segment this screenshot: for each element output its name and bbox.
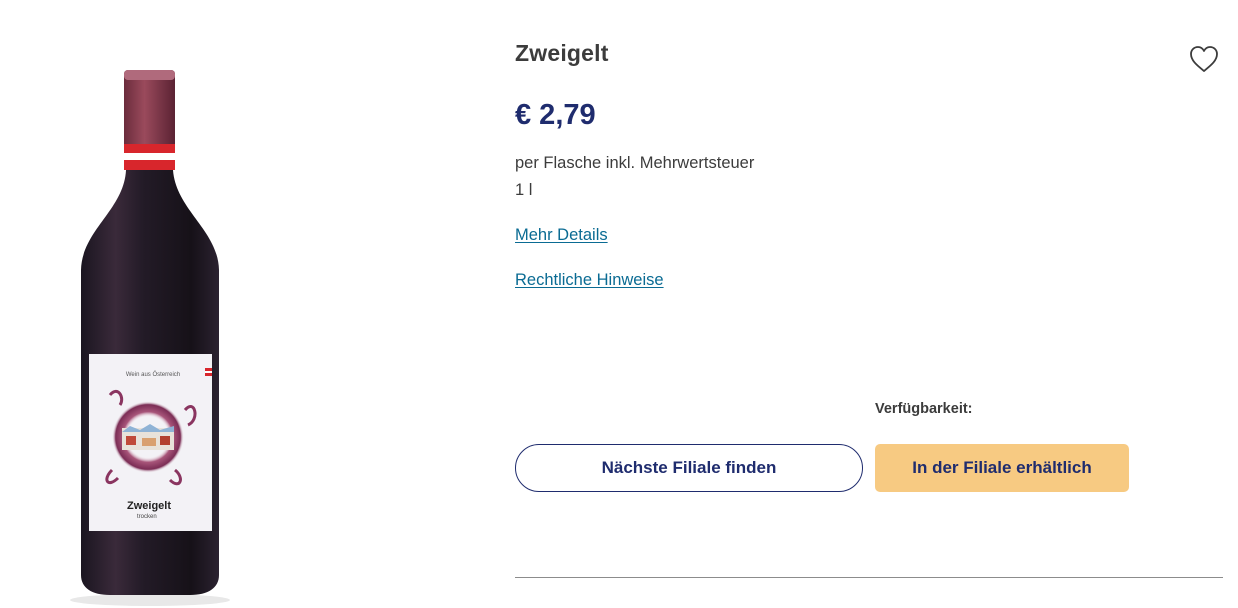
wishlist-button[interactable]	[1188, 44, 1220, 74]
legal-notes-link[interactable]: Rechtliche Hinweise	[515, 271, 664, 290]
availability-label: Verfügbarkeit:	[875, 401, 973, 417]
more-details-link[interactable]: Mehr Details	[515, 226, 608, 245]
product-title: Zweigelt	[515, 40, 609, 66]
label-origin-text: Wein aus Österreich	[126, 371, 180, 378]
label-sub-text: trocken	[137, 514, 157, 520]
price-note: per Flasche inkl. Mehrwertsteuer	[515, 154, 755, 172]
in-store-availability-button[interactable]: In der Filiale erhältlich	[875, 444, 1129, 492]
product-price: € 2,79	[515, 99, 596, 131]
product-image: Wein aus Österreich Zweigelt trocken	[0, 0, 300, 608]
wine-bottle-illustration: Wein aus Österreich Zweigelt trocken	[70, 70, 230, 606]
find-nearest-store-button[interactable]: Nächste Filiale finden	[515, 444, 863, 492]
find-nearest-store-label: Nächste Filiale finden	[601, 458, 777, 477]
product-size: 1 l	[515, 181, 533, 199]
in-store-availability-label: In der Filiale erhältlich	[912, 458, 1092, 477]
section-divider	[515, 577, 1223, 578]
heart-outline-icon	[1190, 46, 1218, 72]
label-name-text: Zweigelt	[127, 500, 171, 512]
